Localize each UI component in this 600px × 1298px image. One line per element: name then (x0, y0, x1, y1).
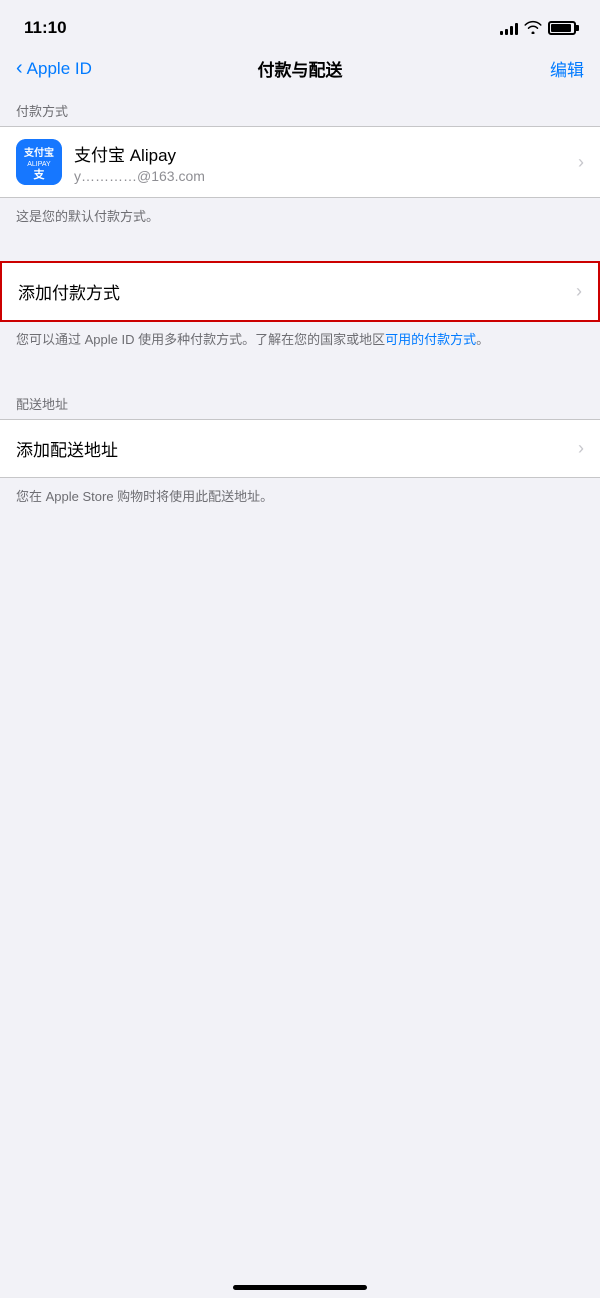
add-address-chevron-icon: › (578, 438, 584, 459)
home-indicator (233, 1285, 367, 1290)
svg-text:ALIPAY: ALIPAY (27, 161, 51, 168)
wifi-icon (524, 20, 542, 37)
alipay-item[interactable]: 支付宝 ALIPAY 支 支付宝 Alipay y…………@163.com › (0, 127, 600, 197)
add-payment-chevron-icon: › (576, 281, 582, 302)
chevron-left-icon: ‹ (16, 58, 23, 78)
nav-title: 付款与配送 (258, 56, 343, 81)
alipay-info: 支付宝 Alipay y…………@163.com (74, 141, 578, 184)
signal-icon (500, 21, 518, 35)
shipping-address-list: 添加配送地址 › (0, 419, 600, 478)
nav-back-label: Apple ID (27, 59, 92, 79)
payment-description: 您可以通过 Apple ID 使用多种付款方式。了解在您的国家或地区可用的付款方… (0, 322, 600, 366)
payment-method-list: 支付宝 ALIPAY 支 支付宝 Alipay y…………@163.com › (0, 126, 600, 198)
status-icons (500, 20, 576, 37)
svg-text:支付宝: 支付宝 (23, 146, 54, 159)
battery-icon (548, 21, 576, 35)
shipping-section-label: 配送地址 (0, 386, 600, 419)
available-payment-link[interactable]: 可用的付款方式 (385, 332, 476, 347)
alipay-name: 支付宝 Alipay (74, 141, 578, 166)
default-payment-note: 这是您的默认付款方式。 (0, 198, 600, 241)
nav-back-button[interactable]: ‹ Apple ID (16, 59, 92, 79)
payment-section-label: 付款方式 (0, 93, 600, 126)
alipay-email: y…………@163.com (74, 168, 578, 184)
section-gap-2 (0, 366, 600, 386)
desc-text-1: 您可以通过 Apple ID 使用多种付款方式。了解在您的国家或地区 (16, 332, 385, 347)
nav-edit-button[interactable]: 编辑 (550, 56, 584, 81)
add-payment-button[interactable]: 添加付款方式 › (0, 261, 600, 322)
alipay-logo: 支付宝 ALIPAY 支 (16, 139, 62, 185)
add-payment-wrapper: 添加付款方式 › (0, 261, 600, 322)
svg-text:支: 支 (33, 167, 46, 181)
status-time: 11:10 (24, 18, 67, 38)
shipping-note: 您在 Apple Store 购物时将使用此配送地址。 (0, 478, 600, 521)
alipay-svg-icon: 支付宝 ALIPAY 支 (16, 139, 62, 185)
section-gap-1 (0, 241, 600, 261)
desc-text-2: 。 (476, 332, 489, 347)
status-bar: 11:10 (0, 0, 600, 50)
chevron-right-icon: › (578, 152, 584, 173)
add-payment-label: 添加付款方式 (18, 279, 576, 304)
add-address-button[interactable]: 添加配送地址 › (0, 420, 600, 477)
nav-bar: ‹ Apple ID 付款与配送 编辑 (0, 50, 600, 93)
add-address-label: 添加配送地址 (16, 436, 578, 461)
